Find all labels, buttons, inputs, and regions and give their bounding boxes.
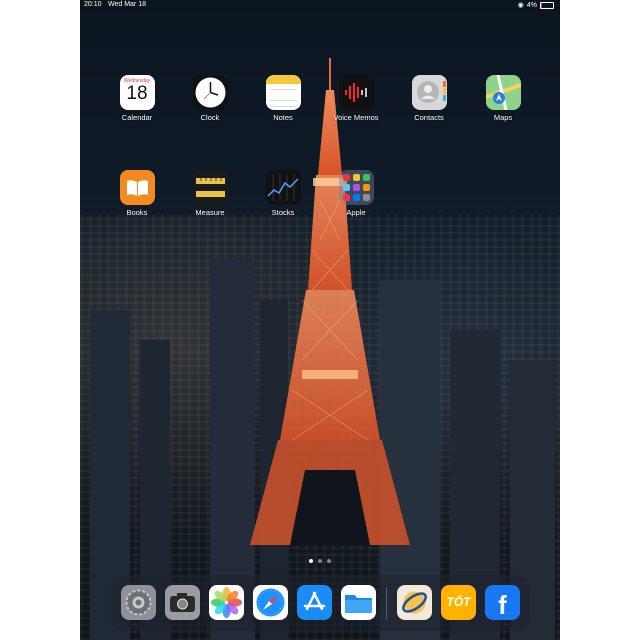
app-maps[interactable]: Maps [473,75,533,122]
app-voice-memos[interactable]: Voice Memos [326,75,386,122]
app-label: Contacts [414,113,444,122]
contacts-icon [411,75,447,110]
status-date: Wed Mar 18 [108,1,146,8]
facebook-letter: f [498,590,507,620]
page-dot [327,559,331,563]
status-time: 20:10 [84,1,102,8]
orientation-lock-icon: ◉ [517,2,524,9]
stocks-icon [265,170,301,205]
tot-text: TỐT [446,595,471,609]
maps-icon [485,75,521,110]
page-dot [318,559,322,563]
tot-icon[interactable]: TỐT [441,585,476,620]
status-right: ◉ 4% [518,1,554,9]
battery-percent: 4% [526,1,537,9]
page-dot [309,559,313,563]
app-label: Stocks [271,208,295,217]
status-bar: 20:10 Wed Mar 18 ◉ 4% [80,0,560,12]
app-label: Notes [273,113,293,122]
app-folder-apple[interactable]: Apple [326,170,386,217]
calendar-day: 18 [126,83,148,104]
clock-icon [192,75,228,110]
app-contacts[interactable]: Contacts [399,75,459,122]
photos-icon[interactable] [209,585,244,620]
page-indicator[interactable] [80,559,560,563]
app-icon[interactable] [397,585,432,620]
dock: TỐT f [110,575,530,631]
app-measure[interactable]: Measure [180,170,240,217]
app-stocks[interactable]: Stocks [253,170,313,217]
safari-icon[interactable] [253,585,288,620]
app-label: Books [126,208,148,217]
app-clock[interactable]: Clock [180,75,240,122]
app-label: Measure [195,208,225,217]
app-label: Maps [493,113,513,122]
books-icon [119,170,155,205]
facebook-icon[interactable]: f [485,585,520,620]
measure-icon [192,170,228,205]
notes-icon [265,75,301,110]
app-calendar[interactable]: Wednesday 18 Calendar [107,75,167,122]
battery-icon [540,1,554,9]
calendar-icon: Wednesday 18 [119,75,155,110]
app-store-icon[interactable] [297,585,332,620]
dock-separator [386,587,387,619]
camera-icon[interactable] [165,585,200,620]
app-notes[interactable]: Notes [253,75,313,122]
app-label: Apple [346,208,366,217]
app-label: Voice Memos [333,113,379,122]
home-screen: 20:10 Wed Mar 18 ◉ 4% Wednesday 18 Calen… [80,0,560,640]
files-icon[interactable] [341,585,376,620]
voice-memos-icon [338,75,374,110]
app-label: Clock [200,113,220,122]
app-label: Calendar [121,113,153,122]
app-books[interactable]: Books [107,170,167,217]
settings-icon[interactable] [121,585,156,620]
folder-icon [338,170,374,205]
